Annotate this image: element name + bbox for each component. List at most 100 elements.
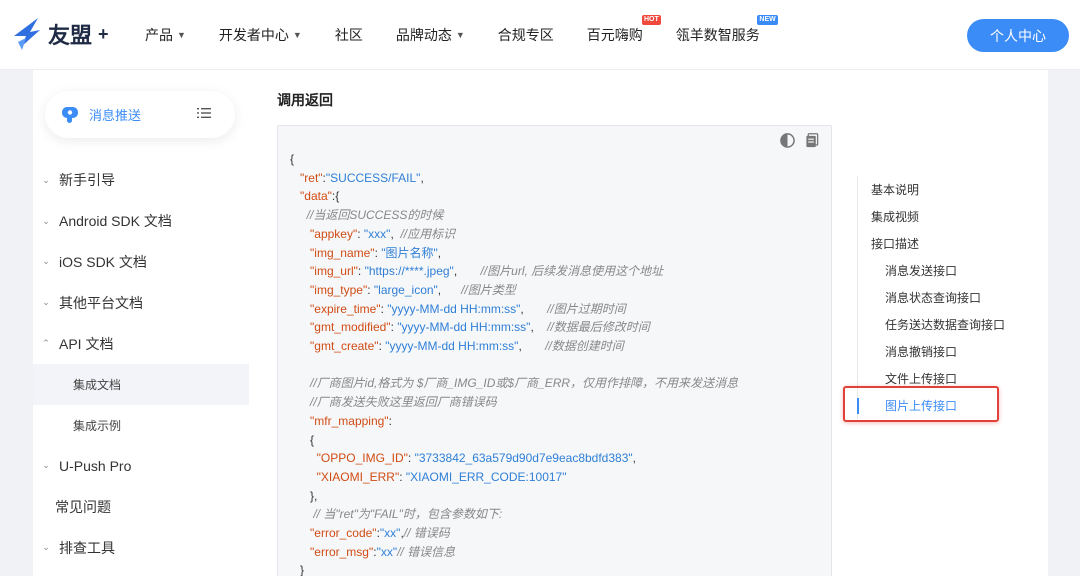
sidebar-item-integration-examples[interactable]: 集成示例 <box>33 405 249 446</box>
doc-sidebar: 消息推送 ⌄ 新手引导 ⌄ Android SDK 文档 ⌄ iOS SDK 文… <box>33 70 249 576</box>
sidebar-menu: ⌄ 新手引导 ⌄ Android SDK 文档 ⌄ iOS SDK 文档 ⌄ 其… <box>33 160 249 568</box>
table-of-contents: 基本说明 集成视频 接口描述 消息发送接口 消息状态查询接口 任务送达数据查询接… <box>857 176 1037 419</box>
sidebar-item-label: U-Push Pro <box>59 457 132 474</box>
chevron-up-icon: ⌃ <box>42 338 50 349</box>
code-comment: //数据创建时间 <box>545 339 624 354</box>
menu-list-icon[interactable] <box>197 107 211 119</box>
json-key: "error_msg" <box>310 544 374 559</box>
logo-plus: + <box>98 23 109 44</box>
chevron-down-icon: ⌄ <box>42 542 50 553</box>
sidebar-item-integration-docs[interactable]: 集成文档 <box>33 363 249 405</box>
nav-developer-center[interactable]: 开发者中心 ▼ <box>219 25 302 45</box>
code-block[interactable]: { "ret":"SUCCESS/FAIL", "data":{ //当返回SU… <box>277 125 832 576</box>
json-value: "https://****.jpeg" <box>364 264 454 279</box>
toc-item-send[interactable]: 消息发送接口 <box>858 257 1037 284</box>
sidebar-item-getting-started[interactable]: ⌄ 新手引导 <box>33 160 249 201</box>
sidebar-item-ios-sdk[interactable]: ⌄ iOS SDK 文档 <box>33 242 249 283</box>
json-value: "SUCCESS/FAIL" <box>325 170 421 185</box>
sidebar-item-label: 新手引导 <box>59 172 115 189</box>
logo-text: 友盟 <box>48 23 93 48</box>
nav-label: 社区 <box>334 27 363 43</box>
json-key: "img_url" <box>310 264 358 279</box>
chevron-down-icon: ⌄ <box>42 215 50 226</box>
toc-item-task-data[interactable]: 任务送达数据查询接口 <box>858 311 1037 338</box>
json-key: "OPPO_IMG_ID" <box>316 451 408 466</box>
hot-badge: HOT <box>641 15 661 25</box>
umeng-bird-icon <box>14 18 40 50</box>
code-comment: //图片url, 后续发消息使用这个地址 <box>480 264 664 279</box>
section-title: 调用返回 <box>277 92 333 108</box>
code-comment: //厂商图片id,格式为 $厂商_IMG_ID或$厂商_ERR，仅用作排障，不用… <box>310 376 739 391</box>
json-key: "data" <box>300 189 332 204</box>
chevron-down-icon: ⌄ <box>42 297 50 308</box>
json-value: "图片名称" <box>381 245 438 260</box>
sidebar-item-label: 集成示例 <box>73 418 122 433</box>
json-key: "gmt_create" <box>310 339 379 354</box>
main-nav: 产品 ▼ 开发者中心 ▼ 社区 品牌动态 ▼ 合规专区 百元嗨购 HOT 瓴羊数智服务… <box>145 0 793 70</box>
sidebar-item-label: 集成文档 <box>73 377 122 392</box>
sidebar-item-android-sdk[interactable]: ⌄ Android SDK 文档 <box>33 201 249 242</box>
sidebar-item-troubleshooting[interactable]: ⌄ 排查工具 <box>33 527 249 568</box>
sidebar-item-upush-pro[interactable]: ⌄ U-Push Pro <box>33 446 249 487</box>
code-comment: //数据最后修改时间 <box>547 320 650 335</box>
nav-products[interactable]: 产品 ▼ <box>145 25 186 45</box>
code-comment: // 错误码 <box>403 526 450 541</box>
json-key: "gmt_modified" <box>310 320 391 335</box>
toc-item-video[interactable]: 集成视频 <box>858 203 1037 230</box>
json-key: "XIAOMI_ERR" <box>316 469 400 484</box>
code-token: { <box>290 152 295 166</box>
json-value: "yyyy-MM-dd HH:mm:ss" <box>397 320 531 335</box>
nav-community[interactable]: 社区 <box>335 25 363 45</box>
json-key: "img_type" <box>310 282 368 297</box>
nav-lingyang[interactable]: 瓴羊数智服务 NEW <box>676 15 778 45</box>
json-value: "yyyy-MM-dd HH:mm:ss" <box>387 301 521 316</box>
nav-label: 百元嗨购 <box>586 27 643 43</box>
personal-center-button[interactable]: 个人中心 <box>967 19 1069 52</box>
toc-item-basic[interactable]: 基本说明 <box>858 176 1037 203</box>
toc-item-revoke[interactable]: 消息撤销接口 <box>858 338 1037 365</box>
json-value: "large_icon" <box>373 282 438 297</box>
toc-item-status[interactable]: 消息状态查询接口 <box>858 284 1037 311</box>
nav-label: 合规专区 <box>497 27 554 43</box>
nav-label: 产品 <box>145 27 173 43</box>
highlight-box <box>843 386 999 422</box>
json-key: "img_name" <box>310 245 375 260</box>
sidebar-item-api-docs[interactable]: ⌃ API 文档 <box>33 323 249 364</box>
code-comment: // 当"ret"为"FAIL"时，包含参数如下: <box>313 507 503 522</box>
copy-icon[interactable] <box>805 133 819 148</box>
nav-brand-news[interactable]: 品牌动态 ▼ <box>396 25 465 45</box>
json-key: "error_code" <box>310 526 377 541</box>
nav-compliance[interactable]: 合规专区 <box>498 25 554 45</box>
theme-toggle-icon[interactable] <box>780 133 795 148</box>
nav-label: 品牌动态 <box>395 27 452 43</box>
json-value: "yyyy-MM-dd HH:mm:ss" <box>385 339 519 354</box>
sidebar-item-other-platforms[interactable]: ⌄ 其他平台文档 <box>33 282 249 323</box>
sidebar-item-label: 常见问题 <box>55 498 111 515</box>
json-key: "expire_time" <box>310 301 381 316</box>
json-key: "appkey" <box>310 226 358 241</box>
json-value: "3733842_63a579d90d7e9eac8bdfd383" <box>414 451 633 466</box>
chevron-down-icon: ⌄ <box>42 174 50 185</box>
sidebar-item-label: 排查工具 <box>59 539 115 556</box>
caret-down-icon: ▼ <box>177 30 186 40</box>
chevron-down-icon: ⌄ <box>42 256 50 267</box>
code-comment: //图片过期时间 <box>547 301 626 316</box>
toc-item-api-desc[interactable]: 接口描述 <box>858 230 1037 257</box>
umeng-logo[interactable]: 友盟 + <box>12 16 109 52</box>
new-badge: NEW <box>757 15 778 25</box>
code-comment: //当返回SUCCESS的时候 <box>306 208 444 223</box>
sidebar-item-label: Android SDK 文档 <box>59 213 172 230</box>
code-content: { "ret":"SUCCESS/FAIL", "data":{ //当返回SU… <box>290 152 739 576</box>
caret-down-icon: ▼ <box>292 30 302 40</box>
product-name: 消息推送 <box>89 108 142 123</box>
sidebar-item-faq[interactable]: 常见问题 <box>33 486 249 527</box>
product-switcher[interactable]: 消息推送 <box>45 91 235 138</box>
chevron-down-icon: ⌄ <box>42 460 50 471</box>
code-comment: //图片类型 <box>461 282 516 297</box>
json-value: "xx" <box>379 526 401 541</box>
sidebar-item-label: API 文档 <box>59 335 114 352</box>
code-comment: // 错误信息 <box>397 544 456 559</box>
top-header: 友盟 + 产品 ▼ 开发者中心 ▼ 社区 品牌动态 ▼ 合规专区 百元嗨购 HOT 瓴… <box>0 0 1080 70</box>
nav-hundred-yuan[interactable]: 百元嗨购 HOT <box>586 15 661 45</box>
json-value: "xx" <box>376 544 398 559</box>
